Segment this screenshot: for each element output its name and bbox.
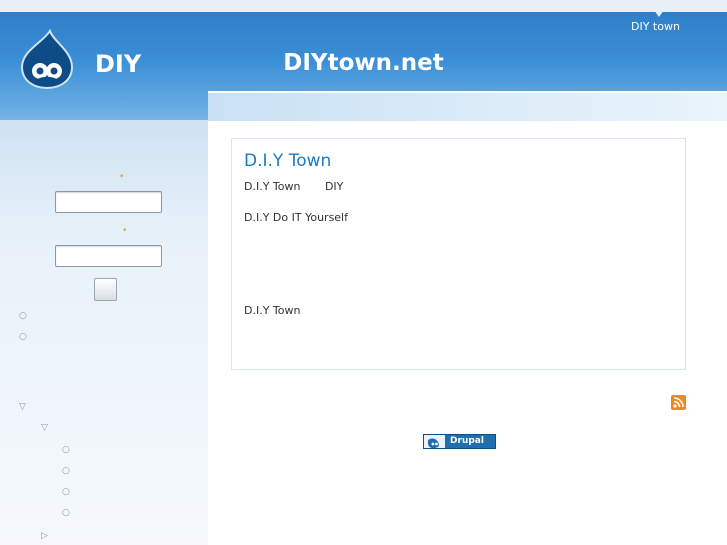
required-mark: •: [119, 172, 125, 182]
content-top-band: [208, 91, 727, 123]
tree-leaf-icon[interactable]: ○: [19, 332, 27, 342]
powered-by-drupal-badge[interactable]: Drupal: [423, 434, 496, 449]
node-article: D.I.Y Town D.I.Y Town DIY D.I.Y Do IT Yo…: [231, 138, 686, 370]
tree-leaf-icon[interactable]: ○: [62, 487, 70, 497]
drupal-drop-icon: [424, 435, 445, 449]
site-slogan: DIYtown.net: [283, 50, 444, 76]
tree-expanded-icon[interactable]: ▽: [19, 402, 26, 412]
node-text-line: D.I.Y Do IT Yourself: [244, 211, 348, 224]
active-tab-marker-icon: [654, 10, 664, 17]
top-strip: [0, 0, 727, 12]
tree-expanded-icon[interactable]: ▽: [41, 423, 48, 433]
rss-feed-icon[interactable]: [671, 395, 686, 410]
tree-leaf-icon[interactable]: ○: [62, 466, 70, 476]
primary-link-diy-town[interactable]: DIY town: [631, 20, 680, 33]
tree-collapsed-icon[interactable]: ▷: [41, 531, 48, 541]
left-sidebar: • • ○ ○ ▽ ▽ ○ ○ ○ ○ ▷: [0, 120, 208, 545]
node-text-line: D.I.Y Town: [244, 304, 301, 317]
tree-leaf-icon[interactable]: ○: [19, 311, 27, 321]
login-button[interactable]: [94, 278, 117, 301]
node-text-line: D.I.Y Town DIY: [244, 180, 344, 193]
tree-leaf-icon[interactable]: ○: [62, 508, 70, 518]
required-mark: •: [122, 226, 128, 236]
drupal-badge-label: Drupal: [450, 436, 484, 446]
tree-leaf-icon[interactable]: ○: [62, 445, 70, 455]
password-input[interactable]: [55, 245, 162, 267]
node-title[interactable]: D.I.Y Town: [244, 151, 331, 171]
username-input[interactable]: [55, 191, 162, 213]
